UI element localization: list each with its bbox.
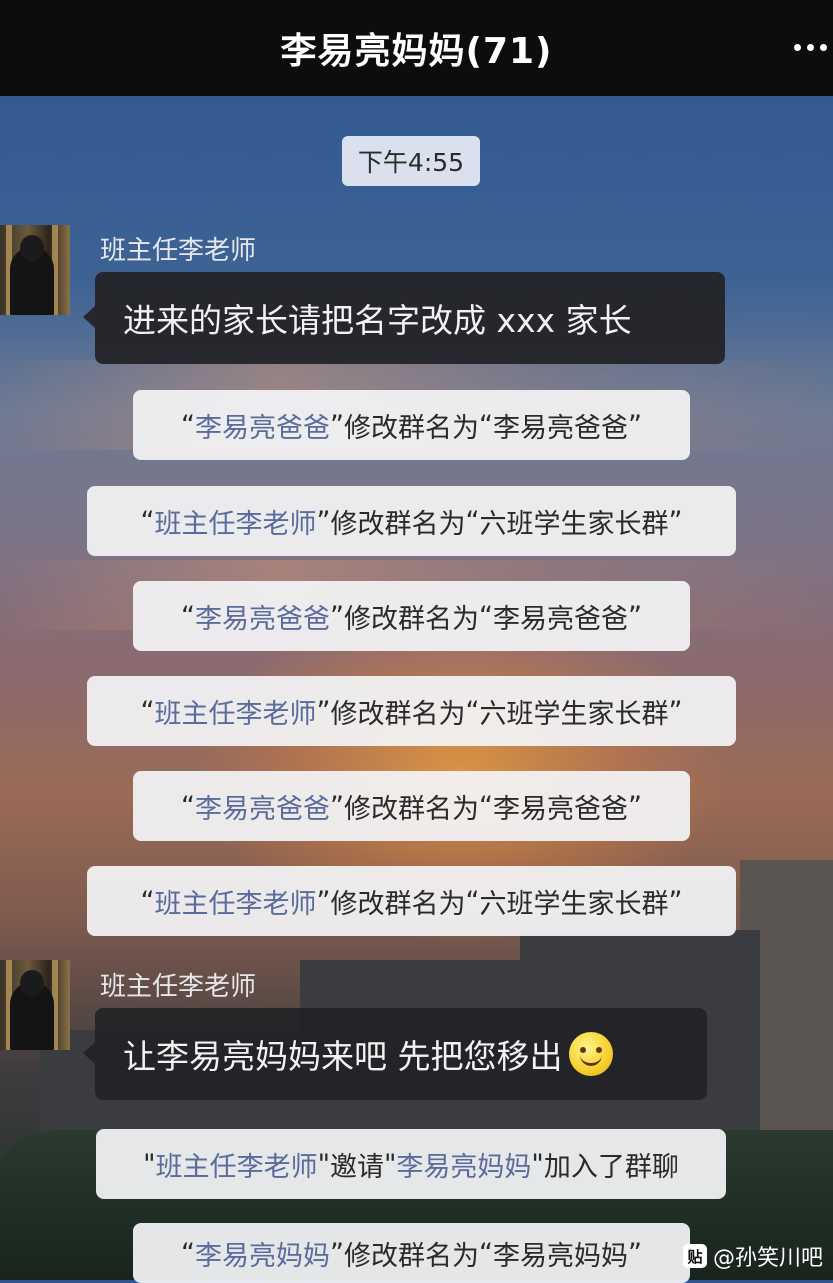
watermark-text: @孙笑川吧 — [712, 1246, 823, 1271]
message-bubble[interactable]: 进来的家长请把名字改成 xxx 家长 — [83, 272, 725, 364]
notice-name[interactable]: 李易亮爸爸 — [195, 406, 330, 445]
notice-name[interactable]: 李易亮爸爸 — [195, 597, 330, 636]
time-divider: 下午4:55 — [342, 136, 480, 186]
notice-action: 修改群名为 — [330, 698, 466, 730]
system-notice: “李易亮爸爸” 修改群名为 “李易亮爸爸” — [133, 771, 690, 841]
watermark: 贴 @孙笑川吧 — [682, 1240, 823, 1272]
notice-action: 邀请 — [330, 1151, 384, 1183]
notice-value: 李易亮妈妈 — [493, 1240, 628, 1272]
notice-name[interactable]: 班主任李老师 — [155, 692, 317, 731]
message-text: 让李易亮妈妈来吧 先把您移出 — [123, 1037, 563, 1076]
message-text: 进来的家长请把名字改成 xxx 家长 — [123, 301, 632, 340]
system-notice: “班主任李老师” 修改群名为 “六班学生家长群” — [87, 676, 736, 746]
notice-value: 李易亮爸爸 — [493, 412, 628, 444]
system-notice: " 班主任李老师 " 邀请 " 李易亮妈妈 " 加入了群聊 — [96, 1129, 726, 1199]
avatar[interactable] — [0, 225, 70, 315]
notice-action: 修改群名为 — [344, 1240, 479, 1272]
sender-name: 班主任李老师 — [100, 236, 257, 266]
chat-title: 李易亮妈妈(71) — [280, 31, 553, 72]
notice-name[interactable]: 班主任李老师 — [155, 502, 317, 541]
notice-action: 修改群名为 — [330, 508, 466, 540]
more-icon[interactable] — [794, 44, 827, 51]
notice-value: 六班学生家长群 — [479, 698, 669, 730]
system-notice: “李易亮爸爸” 修改群名为 “李易亮爸爸” — [133, 581, 690, 651]
sender-name: 班主任李老师 — [100, 972, 257, 1002]
system-notice: “李易亮爸爸” 修改群名为 “李易亮爸爸” — [133, 390, 690, 460]
message-bubble[interactable]: 让李易亮妈妈来吧 先把您移出 — [83, 1008, 707, 1100]
system-notice: “班主任李老师” 修改群名为 “六班学生家长群” — [87, 486, 736, 556]
tieba-logo-icon: 贴 — [682, 1244, 707, 1268]
notice-name[interactable]: 李易亮妈妈 — [195, 1234, 330, 1273]
notice-value: 六班学生家长群 — [479, 508, 669, 540]
notice-value[interactable]: 李易亮妈妈 — [396, 1145, 531, 1184]
smile-icon — [568, 1032, 613, 1076]
avatar[interactable] — [0, 960, 70, 1050]
notice-action: 修改群名为 — [344, 603, 479, 635]
notice-value: 李易亮爸爸 — [493, 603, 628, 635]
notice-name[interactable]: 李易亮爸爸 — [195, 787, 330, 826]
notice-name[interactable]: 班主任李老师 — [155, 882, 317, 921]
notice-suffix: 加入了群聊 — [543, 1151, 679, 1183]
system-notice: “班主任李老师” 修改群名为 “六班学生家长群” — [87, 866, 736, 936]
notice-action: 修改群名为 — [330, 888, 466, 920]
notice-action: 修改群名为 — [344, 412, 479, 444]
notice-value: 李易亮爸爸 — [493, 793, 628, 825]
notice-name[interactable]: 班主任李老师 — [156, 1145, 318, 1184]
system-notice: “李易亮妈妈” 修改群名为 “李易亮妈妈” — [133, 1223, 690, 1283]
chat-header: 李易亮妈妈(71) — [0, 0, 833, 96]
back-icon[interactable] — [0, 22, 16, 60]
notice-value: 六班学生家长群 — [479, 888, 669, 920]
notice-action: 修改群名为 — [344, 793, 479, 825]
